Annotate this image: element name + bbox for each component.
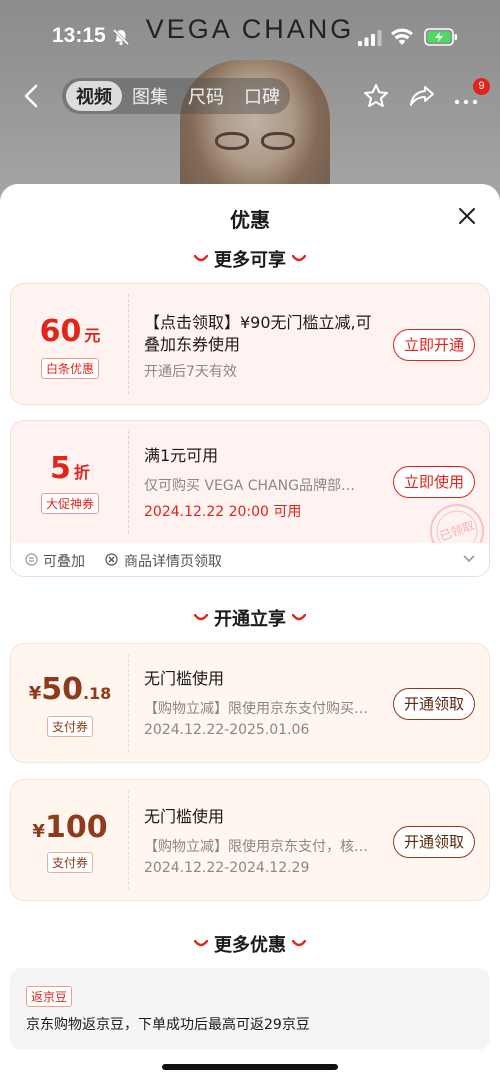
coupon-baitiao[interactable]: 60 元 白条优惠 【点击领取】¥90无门槛立减,可叠加东券使用 开通后7天有效 … xyxy=(10,283,490,405)
section-heading-open-enjoy: 开通立享 xyxy=(0,605,500,631)
coupon-tag: 白条优惠 xyxy=(40,358,100,379)
open-now-button[interactable]: 立即开通 xyxy=(393,329,475,361)
coupon-date: 2024.12.22-2024.12.29 xyxy=(144,860,310,876)
home-indicator[interactable] xyxy=(162,1064,338,1070)
jingdou-tag: 返京豆 xyxy=(26,986,73,1007)
wifi-icon xyxy=(391,28,413,45)
close-icon[interactable] xyxy=(455,204,479,228)
product-tabs: 视频 图集 尺码 口碑 xyxy=(62,78,290,114)
star-icon[interactable] xyxy=(362,82,390,110)
coupon-decimal: .18 xyxy=(82,684,112,703)
coupon-scope: 【购物立减】限使用京东支付购买… xyxy=(144,701,368,717)
coupon-divider xyxy=(128,431,129,533)
coupon-currency: ¥ xyxy=(28,683,42,704)
coupon-amount: 5 xyxy=(50,451,71,486)
stack-icon xyxy=(25,553,38,566)
battery-charging-icon xyxy=(424,28,457,46)
source-label: 商品详情页领取 xyxy=(124,554,222,570)
coupon-divider xyxy=(128,790,129,890)
coupon-currency: ¥ xyxy=(32,821,45,842)
section-heading-more-available: 更多可享 xyxy=(0,246,500,272)
coupon-pay-50[interactable]: ¥50.18 支付券 无门槛使用 【购物立减】限使用京东支付购买… 2024.1… xyxy=(10,643,490,763)
jingdou-offer-card[interactable]: 返京豆 京东购物返京豆，下单成功后最高可返29京豆 xyxy=(10,968,490,1050)
svg-text:已领取: 已领取 xyxy=(438,518,477,543)
sheet-title: 优惠 xyxy=(230,208,270,232)
cell-signal-icon xyxy=(358,30,382,46)
source-icon xyxy=(105,553,118,566)
coupon-big-promo[interactable]: 5折 大促神券 满1元可用 仅可购买 VEGA CHANG品牌部… 2024.1… xyxy=(10,420,490,545)
coupon-unit: 元 xyxy=(84,326,101,345)
coupon-scope: 仅可购买 VEGA CHANG品牌部… xyxy=(144,478,355,494)
coupon-date: 2024.12.22-2025.01.06 xyxy=(144,722,310,738)
claimed-stamp-icon: 已领取 xyxy=(430,504,484,545)
smile-deco-icon xyxy=(194,940,208,947)
coupon-amount: 50 xyxy=(41,672,83,707)
status-bar: 13:15 xyxy=(0,0,500,54)
coupon-tag: 大促神券 xyxy=(40,493,100,514)
coupon-scope: 【购物立减】限使用京东支付，核… xyxy=(144,839,368,855)
coupon-amount: 60 xyxy=(39,314,82,349)
back-icon[interactable] xyxy=(20,82,44,110)
smile-deco-icon xyxy=(292,614,306,621)
section-heading-more-offers: 更多优惠 xyxy=(0,931,500,957)
smile-deco-icon xyxy=(194,255,208,262)
smile-deco-icon xyxy=(194,614,208,621)
tab-video[interactable]: 视频 xyxy=(66,81,122,111)
coupon-title: 无门槛使用 xyxy=(144,669,225,688)
status-time: 13:15 xyxy=(52,24,106,47)
tab-gallery[interactable]: 图集 xyxy=(122,81,178,111)
silent-bell-icon xyxy=(112,28,130,46)
open-claim-button[interactable]: 开通领取 xyxy=(393,688,475,720)
share-icon[interactable] xyxy=(408,82,436,110)
coupon-tag: 支付券 xyxy=(46,852,94,873)
product-nav-bar: 视频 图集 尺码 口碑 xyxy=(0,76,500,116)
coupon-pay-100[interactable]: ¥100 支付券 无门槛使用 【购物立减】限使用京东支付，核… 2024.12.… xyxy=(10,779,490,901)
open-claim-button[interactable]: 开通领取 xyxy=(393,826,475,858)
coupon-divider xyxy=(128,294,129,394)
coupon-amount: 100 xyxy=(44,810,108,845)
coupon-validity: 开通后7天有效 xyxy=(144,364,237,380)
chevron-down-icon[interactable] xyxy=(463,555,475,563)
jingdou-text: 京东购物返京豆，下单成功后最高可返29京豆 xyxy=(26,1017,310,1033)
notification-badge: 9 xyxy=(473,78,490,95)
coupon-title: 满1元可用 xyxy=(144,446,219,465)
tab-size[interactable]: 尺码 xyxy=(178,81,234,111)
use-now-button[interactable]: 立即使用 xyxy=(393,466,475,498)
coupon-tag: 支付券 xyxy=(46,716,94,737)
coupon-unit: 折 xyxy=(73,463,90,482)
tab-reviews[interactable]: 口碑 xyxy=(234,81,290,111)
coupon-divider xyxy=(128,654,129,752)
coupon-title: 无门槛使用 xyxy=(144,807,225,826)
smile-deco-icon xyxy=(292,255,306,262)
coupon-footer: 可叠加 商品详情页领取 xyxy=(10,543,490,577)
coupon-date: 2024.12.22 20:00 可用 xyxy=(144,504,302,520)
smile-deco-icon xyxy=(292,940,306,947)
stackable-label: 可叠加 xyxy=(43,554,85,570)
coupon-title: 【点击领取】¥90无门槛立减,可叠加东券使用 xyxy=(144,313,372,354)
